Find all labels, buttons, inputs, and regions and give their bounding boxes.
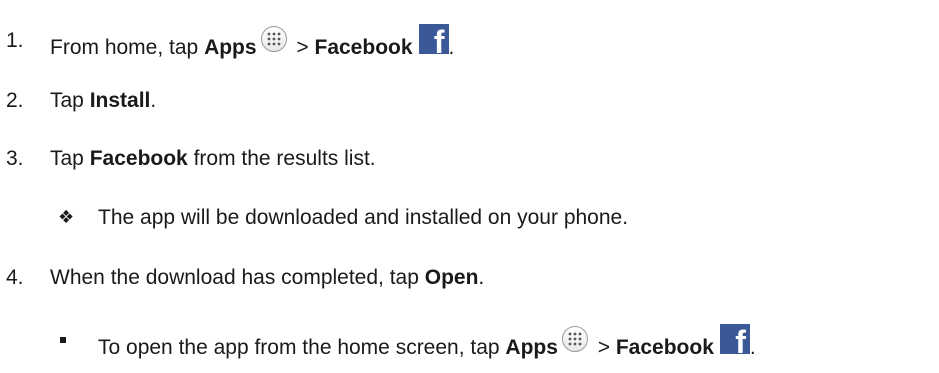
install-label: Install [89, 89, 151, 112]
open-label: Open [424, 266, 479, 289]
separator: > [290, 36, 315, 59]
apps-label: Apps [505, 336, 558, 359]
apps-grid-icon [260, 26, 287, 52]
facebook-label: Facebook [615, 336, 714, 359]
separator: > [591, 336, 616, 359]
apps-label: Apps [204, 36, 257, 59]
tip-text: To open the app from the home screen, ta… [98, 336, 506, 359]
facebook-icon: f [418, 24, 449, 58]
note-text: The app will be downloaded and installed… [98, 206, 629, 229]
step-text: Tap [50, 147, 90, 170]
facebook-label: Facebook [314, 36, 413, 59]
step-number: 4. [6, 266, 24, 289]
step-number: 1. [6, 29, 24, 52]
step-text: When the download has completed, tap [50, 266, 425, 289]
square-bullet-icon [60, 337, 66, 343]
step-text: From home, tap [50, 36, 205, 59]
apps-grid-icon [561, 326, 588, 352]
step-number: 2. [6, 89, 24, 112]
facebook-icon: f [719, 324, 750, 358]
step-number: 3. [6, 147, 24, 170]
instructions-document: 1. From home, tap Apps > Facebook f. 2. T… [6, 24, 756, 360]
step-text: Tap [50, 89, 90, 112]
facebook-label: Facebook [89, 147, 188, 170]
diamond-bullet-icon: ❖ [58, 207, 75, 228]
